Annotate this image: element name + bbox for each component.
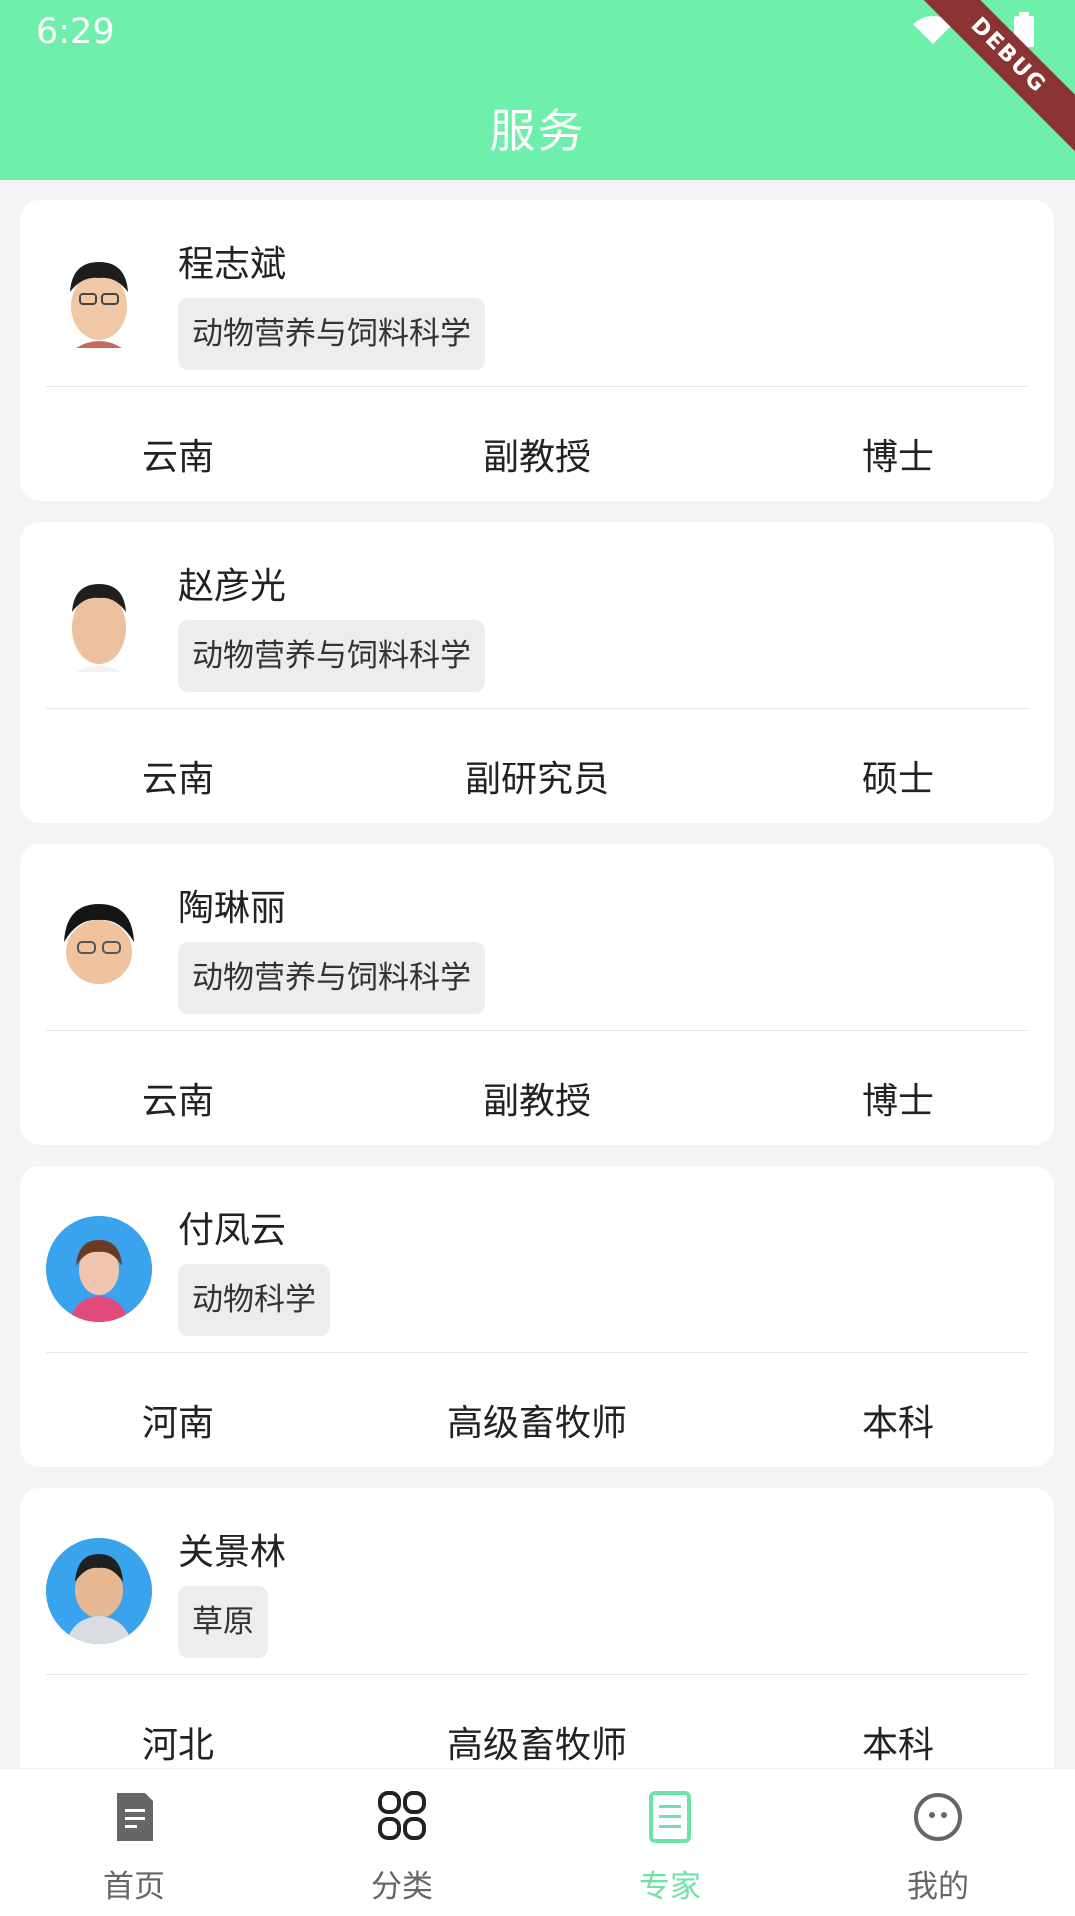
nav-experts[interactable]: 专家 [536,1769,804,1916]
expert-degree: 硕士 [862,759,935,800]
nav-mine-label: 我的 [907,1869,969,1905]
expert-card[interactable]: 程志斌 动物营养与饲料科学 云南 副教授 博士 [20,200,1054,501]
nav-experts-label: 专家 [639,1869,701,1905]
expert-name: 付凤云 [178,1210,287,1251]
avatar [46,250,152,356]
nav-mine[interactable]: 我的 [804,1769,1072,1916]
app-header: 6:29 服务 DEBUG [0,0,1075,180]
list-document-icon [649,1791,691,1843]
avatar [46,572,152,678]
bottom-navigation: 首页 分类 专家 我的 [0,1768,1075,1916]
specialty-tag: 动物科学 [178,1264,330,1336]
specialty-tag: 动物营养与饲料科学 [178,620,485,692]
expert-name: 赵彦光 [178,566,287,607]
expert-card[interactable]: 赵彦光 动物营养与饲料科学 云南 副研究员 硕士 [20,522,1054,823]
divider [46,386,1028,387]
expert-degree: 博士 [862,437,935,478]
nav-category[interactable]: 分类 [268,1769,536,1916]
face-icon [914,1793,962,1841]
nav-home[interactable]: 首页 [0,1769,268,1916]
divider [46,1030,1028,1031]
avatar [46,1538,152,1644]
expert-name: 陶琳丽 [178,888,287,929]
specialty-tag: 动物营养与饲料科学 [178,298,485,370]
expert-degree: 博士 [862,1081,935,1122]
specialty-tag: 动物营养与饲料科学 [178,942,485,1014]
expert-degree: 本科 [862,1725,935,1766]
divider [46,708,1028,709]
document-icon [117,1793,153,1841]
specialty-tag: 草原 [178,1586,268,1658]
page-title: 服务 [489,104,586,158]
status-time: 6:29 [36,12,115,52]
expert-degree: 本科 [862,1403,935,1444]
expert-card[interactable]: 陶琳丽 动物营养与饲料科学 云南 副教授 博士 [20,844,1054,1145]
divider [46,1674,1028,1675]
nav-category-label: 分类 [371,1869,433,1905]
expert-name: 程志斌 [178,244,287,285]
nav-home-label: 首页 [103,1869,165,1905]
expert-card[interactable]: 付凤云 动物科学 河南 高级畜牧师 本科 [20,1166,1054,1467]
expert-name: 关景林 [178,1532,287,1573]
grid-icon [378,1791,426,1840]
divider [46,1352,1028,1353]
avatar [46,1216,152,1322]
avatar [46,894,152,1000]
expert-card[interactable]: 关景林 草原 河北 高级畜牧师 本科 [20,1488,1054,1789]
